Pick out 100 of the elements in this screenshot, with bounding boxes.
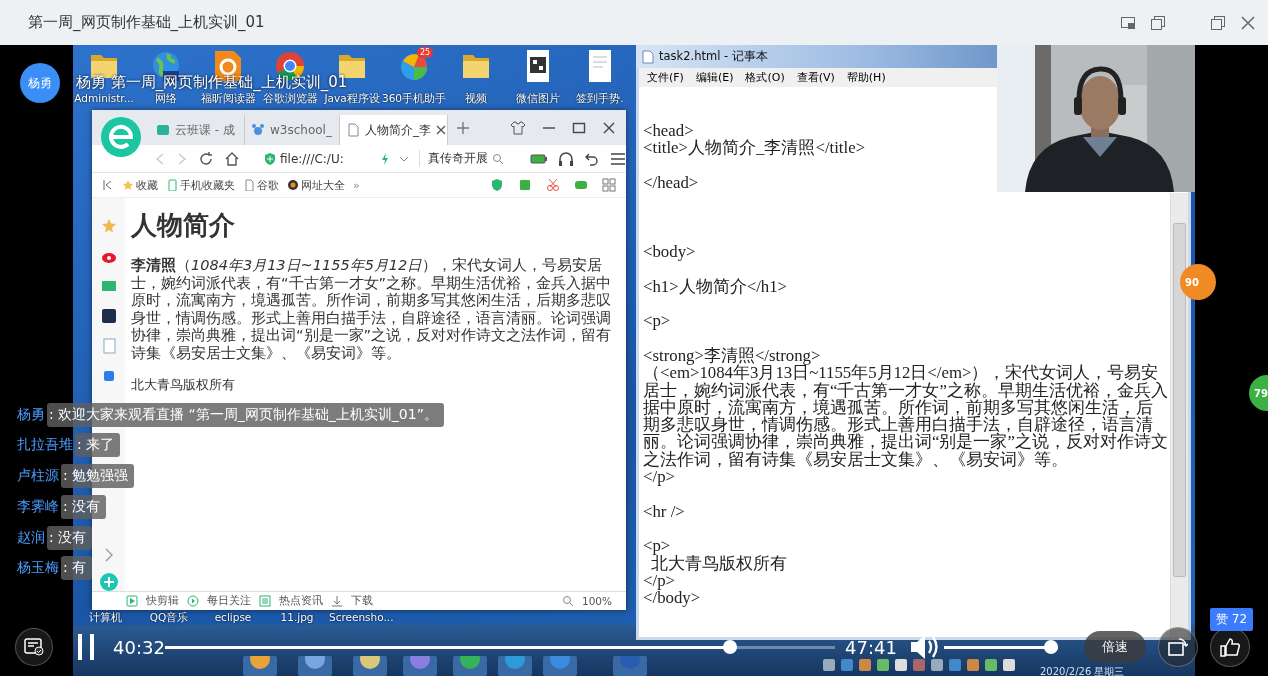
chat-message: : 没有 bbox=[47, 525, 93, 550]
count-badge: 25 bbox=[417, 47, 434, 58]
star-icon[interactable] bbox=[100, 218, 117, 234]
bookmark-item[interactable]: 谷歌 bbox=[243, 177, 279, 193]
notepad-icon bbox=[642, 49, 654, 64]
maximize-icon[interactable] bbox=[572, 120, 586, 135]
chat-username: 卢柱源 bbox=[17, 467, 60, 486]
list-check-icon bbox=[24, 638, 44, 656]
chat-username: 杨玉梅 bbox=[17, 559, 60, 578]
home-icon[interactable] bbox=[224, 150, 240, 167]
restore-icon[interactable] bbox=[1210, 14, 1226, 31]
chat-list-button[interactable] bbox=[15, 628, 53, 666]
chat-message: : 来了 bbox=[75, 433, 121, 458]
video-clip-icon[interactable] bbox=[126, 595, 138, 607]
zoom-icon[interactable] bbox=[561, 595, 574, 607]
browser-tab[interactable]: 人物简介_李 bbox=[340, 115, 448, 145]
search-field[interactable]: 真传奇开展 bbox=[419, 150, 506, 167]
scissors-icon[interactable] bbox=[546, 178, 560, 192]
bookmark-item[interactable]: 网址大全 bbox=[287, 177, 345, 193]
page-paragraph: 李清照（1084年3月13日~1155年5月12日），宋代女词人，号易安居士，婉约词派代表，有“千古第一才女”之称。早期生活优裕，金兵入据中原时，流寓南方，境遇孤苦。所作词，前期多写其悠闲生活，后期多悲叹身世，情调伤感。形式上善用白描手法，自辟途径，语言清丽。论词强调协律，崇尚典雅，提出词“别是一家”之说，反对对作诗文之法作词，留有诗集《易安居士文集》、《易安词》等。 bbox=[131, 257, 613, 362]
chat-message: : 勉勉强强 bbox=[61, 464, 135, 489]
compass-icon bbox=[287, 179, 299, 191]
sidebar-toggle-icon[interactable] bbox=[102, 179, 114, 191]
duration-time: 47:41 bbox=[845, 636, 897, 658]
window-title: 第一周_网页制作基础_上机实训_01 bbox=[28, 13, 265, 32]
bookmark-item[interactable]: 收藏 bbox=[122, 177, 158, 193]
icon-label: 11.jpg bbox=[279, 611, 315, 625]
icon-label: 福昕阅读器 bbox=[200, 92, 256, 106]
close-icon[interactable] bbox=[1240, 14, 1256, 31]
chat-message: : 没有 bbox=[61, 494, 107, 519]
pause-icon[interactable] bbox=[78, 634, 94, 660]
likes-badge: 赞 72 bbox=[1210, 608, 1254, 631]
paw-icon bbox=[251, 123, 265, 137]
status-item[interactable]: 快剪辑 bbox=[146, 594, 179, 608]
shirt-icon[interactable] bbox=[510, 120, 526, 135]
battery-icon[interactable] bbox=[530, 152, 548, 165]
clock-date: 2020/2/26 星期三 bbox=[1040, 665, 1125, 676]
chat-message: : 有 bbox=[61, 556, 93, 581]
screenshot-icon[interactable] bbox=[518, 178, 532, 192]
close-icon[interactable] bbox=[436, 125, 446, 135]
address-field[interactable]: file:///C:/U: bbox=[264, 151, 372, 166]
square-icon[interactable] bbox=[100, 308, 117, 324]
code-text: <head> <title>人物简介_李清照</title> </head> bbox=[643, 122, 867, 192]
icon-label: Java程序设 bbox=[324, 92, 380, 106]
icon-label: 360手机助手 bbox=[382, 92, 447, 106]
more-bookmarks-button[interactable]: » bbox=[353, 178, 360, 192]
chat-message: : 欢迎大家来观看直播 “第一周_网页制作基础_上机实训_01”。 bbox=[47, 402, 444, 427]
shield-icon[interactable] bbox=[490, 178, 504, 192]
page-icon bbox=[346, 123, 360, 137]
window-title: task2.html - 记事本 bbox=[659, 49, 768, 64]
shield-icon bbox=[264, 151, 276, 166]
reload-icon[interactable] bbox=[198, 150, 214, 167]
gamepad-icon[interactable] bbox=[574, 178, 588, 192]
headphones-icon[interactable] bbox=[558, 150, 574, 167]
chat-username: 赵润 bbox=[17, 528, 46, 547]
status-item[interactable]: 下载 bbox=[351, 594, 373, 608]
thumbs-up-icon bbox=[1219, 637, 1240, 657]
chat-username: 杨勇 bbox=[17, 405, 46, 424]
icon-label: Screensho... bbox=[329, 611, 393, 625]
menu-item[interactable]: 查看(V) bbox=[796, 70, 835, 85]
chevron-right-icon[interactable] bbox=[103, 548, 114, 562]
host-avatar: 杨勇 bbox=[20, 63, 60, 103]
star-icon bbox=[122, 179, 134, 191]
download-icon[interactable] bbox=[331, 595, 343, 607]
copy-icon[interactable] bbox=[1150, 14, 1166, 31]
bookmark-item[interactable]: 手机收藏夹 bbox=[166, 177, 235, 193]
icon-label: 视频 bbox=[465, 92, 487, 106]
screen-icon bbox=[156, 123, 170, 137]
icon-label: 网络 bbox=[155, 92, 177, 106]
score-badge: 90 bbox=[1180, 264, 1216, 300]
speed-button[interactable]: 倍速 bbox=[1083, 631, 1146, 663]
chat-username: 扎拉吾堆 bbox=[17, 436, 74, 455]
search-icon bbox=[492, 152, 505, 165]
browser-tab[interactable]: 云班课 - 成 bbox=[150, 115, 245, 145]
icon-label: Administr... bbox=[74, 92, 134, 104]
rotate-button[interactable] bbox=[1157, 627, 1198, 667]
picture-in-picture-icon[interactable] bbox=[1120, 14, 1136, 31]
menu-item[interactable]: 格式(O) bbox=[745, 70, 785, 85]
menu-item[interactable]: 编辑(E) bbox=[695, 70, 734, 85]
status-item[interactable]: 热点资讯 bbox=[279, 594, 323, 608]
play-circle-icon[interactable] bbox=[187, 595, 199, 607]
icon-label: 签到手势. bbox=[576, 92, 624, 106]
menu-item[interactable]: 文件(F) bbox=[647, 70, 684, 85]
menu-item[interactable]: 帮助(H) bbox=[846, 70, 886, 85]
zoom-level[interactable]: 100% bbox=[581, 595, 626, 607]
apps-grid-icon[interactable] bbox=[602, 178, 616, 192]
bolt-icon[interactable] bbox=[381, 152, 390, 165]
volume-slider[interactable] bbox=[943, 640, 1058, 654]
progress-slider[interactable] bbox=[165, 640, 835, 654]
elapsed-time: 40:32 bbox=[113, 636, 163, 658]
menu-icon[interactable] bbox=[610, 151, 626, 166]
page-heading: 人物简介 bbox=[131, 209, 236, 242]
chat-username: 李霁峰 bbox=[17, 497, 60, 516]
close-icon[interactable] bbox=[602, 120, 616, 135]
status-item[interactable]: 每日关注 bbox=[207, 594, 251, 608]
icon-label: QQ音乐 bbox=[148, 611, 190, 625]
page-icon bbox=[243, 179, 255, 191]
phone-icon bbox=[166, 179, 178, 191]
caret-icon[interactable] bbox=[399, 154, 410, 163]
icon-label: 微信图片 bbox=[516, 92, 560, 106]
